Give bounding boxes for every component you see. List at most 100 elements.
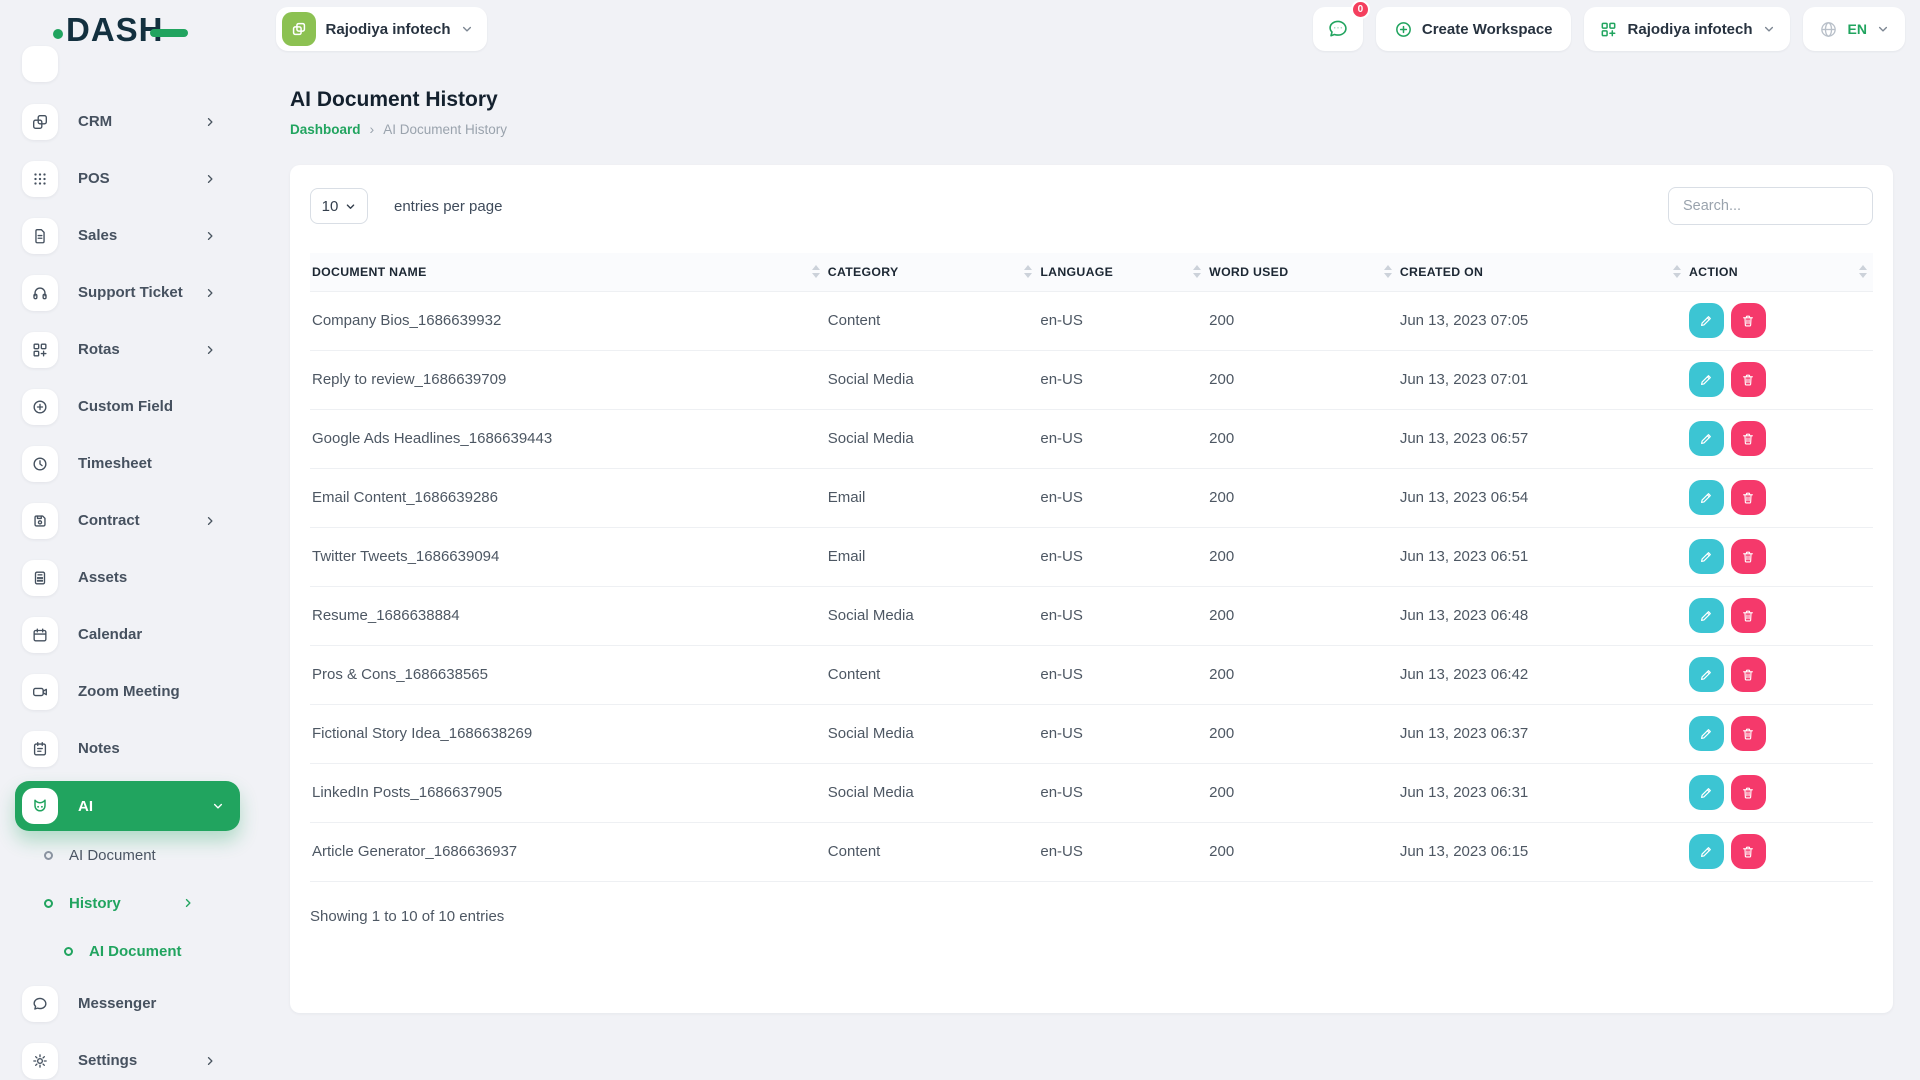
calendar-icon [22,616,58,653]
plus-circle-icon [1395,21,1411,37]
edit-button[interactable] [1688,539,1724,574]
column-header-category[interactable]: CATEGORY [825,253,1039,292]
breadcrumb-dashboard-link[interactable]: Dashboard [290,122,361,137]
delete-button[interactable] [1730,716,1766,751]
column-header-created-on[interactable]: CREATED ON [1397,253,1687,292]
sidebar-subitem-history[interactable]: History [0,879,232,927]
messenger-icon [22,985,58,1022]
sidebar-item-messenger[interactable]: Messenger [0,975,232,1032]
cell-document-name: Twitter Tweets_1686639094 [310,527,826,587]
sidebar-subitem-label: AI Document [69,846,156,864]
bullet-icon [44,850,53,860]
sidebar-item-calendar[interactable]: Calendar [0,606,232,663]
brand-logo[interactable]: DASH [53,13,188,46]
column-header-language[interactable]: LANGUAGE [1038,253,1208,292]
delete-button[interactable] [1730,657,1766,692]
sidebar-item-zoom-meeting[interactable]: Zoom Meeting [0,663,232,720]
sidebar-item-ai[interactable]: AI [15,781,240,831]
messages-button[interactable]: 0 [1312,0,1370,51]
support-ticket-icon [22,274,58,311]
workspace-selector[interactable]: Rajodiya infotech [275,7,487,51]
cell-document-name: Company Bios_1686639932 [310,291,826,351]
delete-button[interactable] [1730,421,1766,456]
edit-button[interactable] [1688,421,1724,456]
sort-icon [1024,265,1033,279]
chevron-down-icon [213,803,223,809]
cell-created-on: Jun 13, 2023 06:54 [1397,468,1687,528]
cell-document-name: Google Ads Headlines_1686639443 [310,409,826,469]
edit-button[interactable] [1688,775,1724,810]
pencil-icon [1701,315,1712,326]
cell-created-on: Jun 13, 2023 06:31 [1397,763,1687,823]
bullet-icon [64,946,73,956]
sidebar-item-custom-field[interactable]: Custom Field [0,378,232,435]
edit-button[interactable] [1688,598,1724,633]
sidebar-item-rotas[interactable]: Rotas [0,321,232,378]
edit-button[interactable] [1688,716,1724,751]
timesheet-icon [22,445,58,482]
sidebar-item-sales[interactable]: Sales [0,207,232,264]
cell-word-used: 200 [1207,763,1398,823]
edit-button[interactable] [1688,480,1724,515]
sidebar-subitem-ai-document[interactable]: AI Document [0,831,232,879]
search-input[interactable] [1668,187,1873,225]
edit-button[interactable] [1688,303,1724,338]
sidebar-item-timesheet[interactable]: Timesheet [0,435,232,492]
cell-document-name: Email Content_1686639286 [310,468,826,528]
bullet-icon [44,898,53,908]
sidebar-item-pos[interactable]: POS [0,150,232,207]
delete-button[interactable] [1730,303,1766,338]
pencil-icon [1701,492,1712,503]
sidebar-item-assets[interactable]: Assets [0,549,232,606]
entries-per-page-value: 10 [321,197,339,215]
sidebar-item-settings[interactable]: Settings [0,1032,232,1080]
create-workspace-button[interactable]: Create Workspace [1375,7,1571,51]
delete-button[interactable] [1730,834,1766,869]
cell-document-name: Resume_1686638884 [310,586,826,646]
column-header-word-used[interactable]: WORD USED [1207,253,1398,292]
cell-language: en-US [1038,645,1208,705]
sidebar-subitem-history-ai-document[interactable]: AI Document [0,927,232,975]
cell-category: Social Media [825,350,1039,410]
trash-icon [1743,787,1754,799]
sidebar-item-support-ticket[interactable]: Support Ticket [0,264,232,321]
sort-icon [811,265,820,279]
language-selector[interactable]: EN [1802,7,1905,51]
history-table: DOCUMENT NAME CATEGORY LANGUAGE WORD USE… [310,253,1873,882]
sidebar-item-notes[interactable]: Notes [0,720,232,777]
entries-per-page-label: entries per page [394,197,503,215]
cell-actions [1686,350,1873,410]
sidebar-item-label: Support Ticket [78,284,183,301]
delete-button[interactable] [1730,775,1766,810]
table-row: Email Content_1686639286 Email en-US 200… [310,468,1873,528]
edit-button[interactable] [1688,362,1724,397]
delete-button[interactable] [1730,480,1766,515]
delete-button[interactable] [1730,362,1766,397]
sidebar-item-contract[interactable]: Contract [0,492,232,549]
logo-dash-icon [149,29,188,37]
sidebar-item-label: Sales [78,227,118,244]
cell-category: Social Media [825,763,1039,823]
table-row: Article Generator_1686636937 Content en-… [310,822,1873,882]
delete-button[interactable] [1730,539,1766,574]
sidebar-item-label: POS [78,170,110,187]
edit-button[interactable] [1688,834,1724,869]
cell-category: Content [825,822,1039,882]
sidebar-item-crm[interactable]: CRM [0,93,232,150]
trash-icon [1743,315,1754,327]
cell-category: Social Media [825,409,1039,469]
account-menu[interactable]: Rajodiya infotech [1583,7,1790,51]
column-header-action[interactable]: ACTION [1686,253,1873,292]
chevron-right-icon [207,117,213,126]
rotas-icon [22,331,58,368]
edit-button[interactable] [1688,657,1724,692]
workspace-avatar [281,12,316,46]
entries-per-page-select[interactable]: 10 [310,188,368,224]
column-header-document-name[interactable]: DOCUMENT NAME [310,253,826,292]
chevron-down-icon [1764,26,1773,32]
cell-word-used: 200 [1207,645,1398,705]
main-content: AI Document History Dashboard › AI Docum… [232,58,1920,1080]
trash-icon [1743,728,1754,740]
delete-button[interactable] [1730,598,1766,633]
trash-icon [1743,551,1754,563]
